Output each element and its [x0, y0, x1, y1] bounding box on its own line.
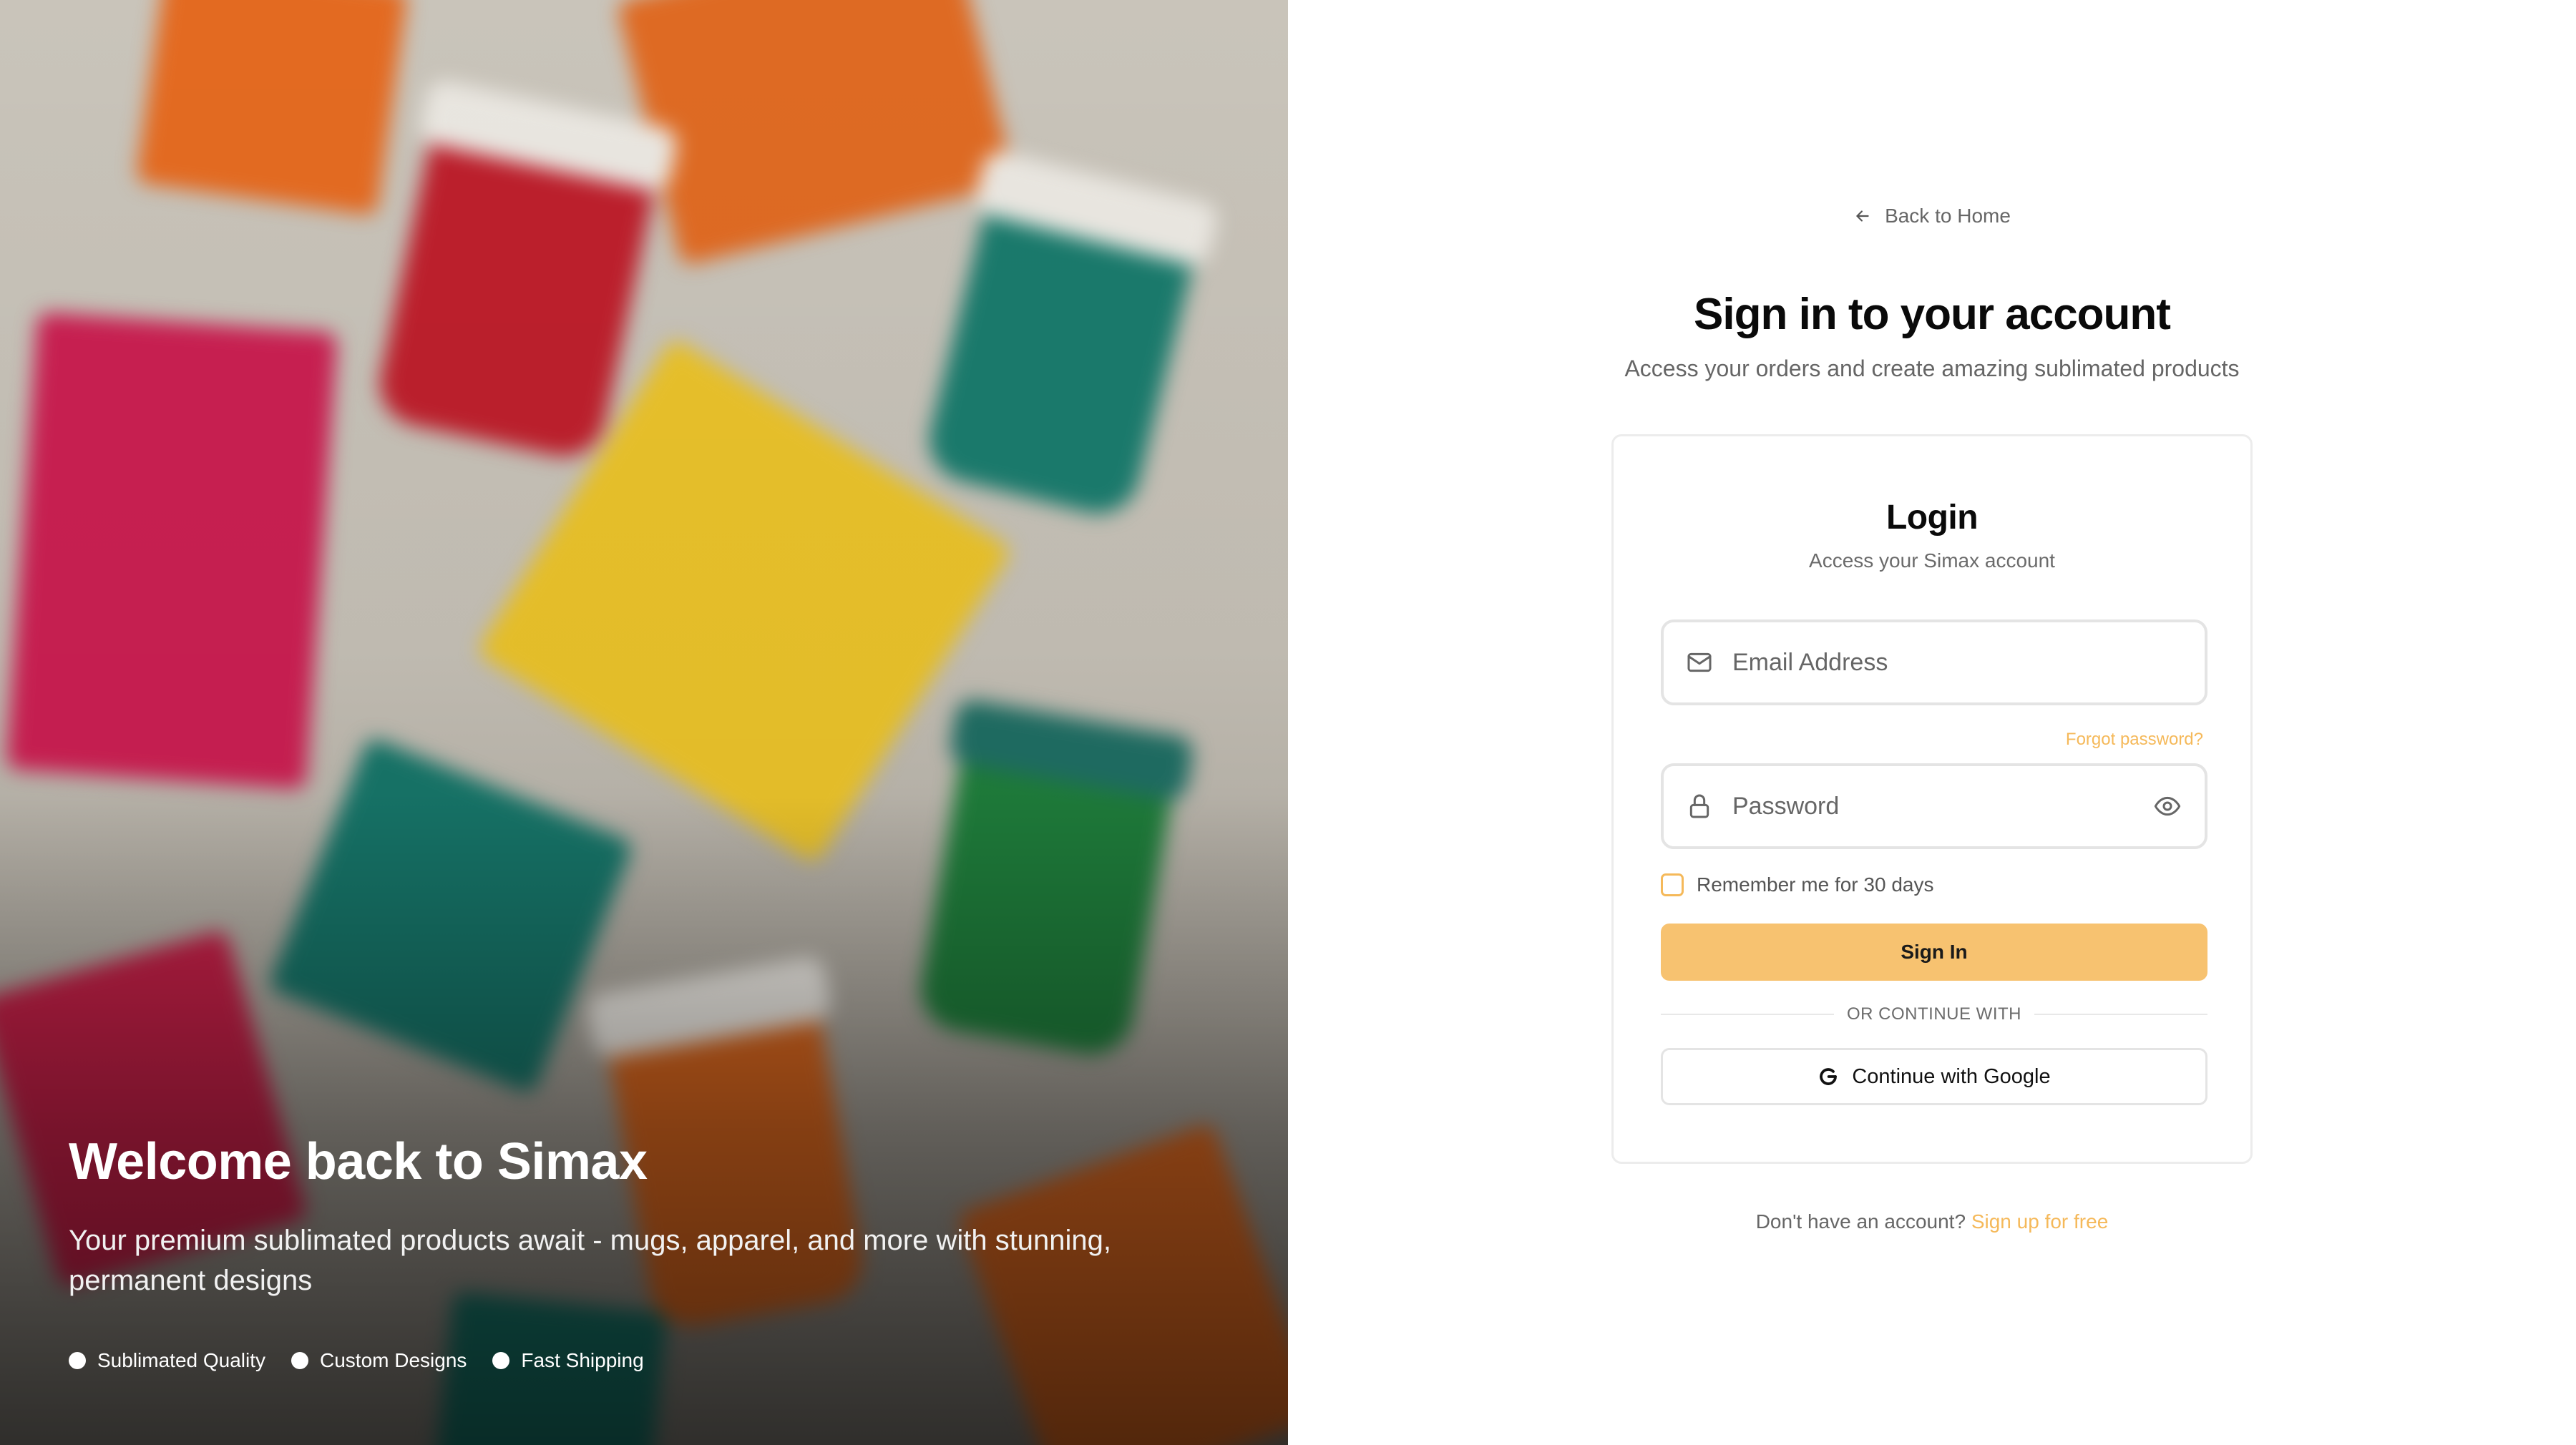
- back-to-home-link[interactable]: Back to Home: [1288, 205, 2576, 227]
- continue-with-google-button[interactable]: Continue with Google: [1661, 1048, 2207, 1105]
- login-card: Login Access your Simax account Forgot p…: [1611, 434, 2253, 1164]
- feature-item: Fast Shipping: [492, 1349, 644, 1372]
- bullet-dot-icon: [291, 1352, 309, 1370]
- page-title: Sign in to your account: [1694, 290, 2171, 339]
- back-to-home-label: Back to Home: [1885, 205, 2011, 227]
- feature-label: Custom Designs: [320, 1349, 467, 1372]
- feature-label: Sublimated Quality: [97, 1349, 266, 1372]
- hero-content: Welcome back to Simax Your premium subli…: [69, 1133, 1228, 1372]
- toggle-password-visibility-button[interactable]: [2152, 790, 2183, 822]
- divider-line: [1661, 1014, 1835, 1015]
- mail-icon: [1687, 652, 1712, 672]
- remember-me-checkbox[interactable]: [1661, 873, 1684, 896]
- card-title: Login: [1885, 499, 1979, 537]
- auth-panel: Back to Home Sign in to your account Acc…: [1288, 0, 2576, 1445]
- forgot-password-link[interactable]: Forgot password?: [2066, 730, 2203, 750]
- hero-subtitle: Your premium sublimated products await -…: [69, 1225, 1112, 1297]
- eye-icon: [2154, 796, 2181, 816]
- password-field[interactable]: [1661, 763, 2207, 849]
- arrow-left-icon: [1856, 210, 1869, 222]
- feature-label: Fast Shipping: [521, 1349, 644, 1372]
- signup-prompt-text: Don't have an account?: [1755, 1210, 1966, 1233]
- email-field[interactable]: [1661, 619, 2207, 705]
- sign-in-button[interactable]: Sign In: [1661, 924, 2207, 981]
- hero-title: Welcome back to Simax: [69, 1133, 648, 1190]
- hero-feature-list: Sublimated Quality Custom Designs Fast S…: [69, 1349, 1228, 1372]
- google-button-label: Continue with Google: [1852, 1064, 2051, 1088]
- divider-label: OR CONTINUE WITH: [1847, 1004, 2021, 1024]
- page-subtitle: Access your orders and create amazing su…: [1624, 356, 2240, 381]
- remember-me-label[interactable]: Remember me for 30 days: [1697, 873, 1933, 896]
- bullet-dot-icon: [69, 1352, 86, 1370]
- hero-panel: Welcome back to Simax Your premium subli…: [0, 0, 1288, 1445]
- feature-item: Custom Designs: [291, 1349, 467, 1372]
- signup-prompt: Don't have an account? Sign up for free: [1288, 1210, 2576, 1233]
- remember-me-row: Remember me for 30 days: [1661, 873, 1933, 896]
- lock-icon: [1689, 794, 1709, 818]
- divider-line: [2034, 1014, 2208, 1015]
- google-icon: [1820, 1068, 1838, 1085]
- sign-up-link[interactable]: Sign up for free: [1971, 1210, 2108, 1233]
- feature-item: Sublimated Quality: [69, 1349, 265, 1372]
- password-input[interactable]: [1732, 792, 2152, 821]
- card-subtitle: Access your Simax account: [1809, 549, 2055, 572]
- email-input[interactable]: [1732, 648, 2183, 677]
- bullet-dot-icon: [492, 1352, 510, 1370]
- divider: OR CONTINUE WITH: [1661, 1004, 2208, 1024]
